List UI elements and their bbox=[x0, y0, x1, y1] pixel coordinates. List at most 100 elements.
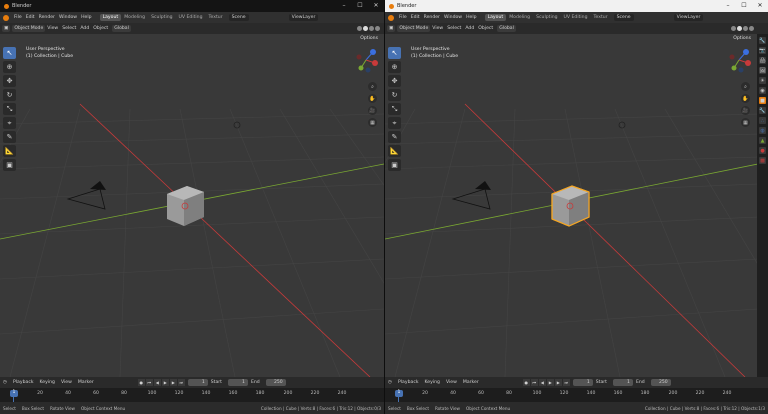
scale-tool[interactable]: ⤡ bbox=[388, 103, 401, 115]
current-frame-field[interactable]: 1 bbox=[187, 379, 208, 386]
physics-icon[interactable]: ◍ bbox=[759, 127, 766, 134]
3d-viewport[interactable]: User Perspective (1) Collection | Cube O… bbox=[0, 34, 384, 377]
viewlayer-selector[interactable]: ViewLayer bbox=[673, 14, 704, 21]
zoom-icon[interactable]: ⌕ bbox=[368, 82, 377, 91]
timeline-view-menu[interactable]: View bbox=[443, 380, 460, 385]
current-frame-field[interactable]: 1 bbox=[572, 379, 593, 386]
shading-buttons[interactable] bbox=[731, 26, 754, 31]
add-cube-tool[interactable]: ▣ bbox=[388, 159, 401, 171]
measure-tool[interactable]: 📐 bbox=[3, 145, 16, 157]
marker-menu[interactable]: Marker bbox=[75, 380, 97, 385]
frame-ruler[interactable]: 1 20 40 60 80 100 120 140 160 180 200 22… bbox=[385, 388, 768, 402]
menu-window[interactable]: Window bbox=[442, 15, 464, 20]
scene-properties-icon[interactable]: ☀ bbox=[759, 77, 766, 84]
keying-menu[interactable]: Keying bbox=[37, 380, 58, 385]
options-dropdown[interactable]: Options bbox=[733, 36, 751, 41]
camera-view-icon[interactable]: 🎥 bbox=[368, 106, 377, 115]
cursor-tool[interactable]: ⊕ bbox=[388, 61, 401, 73]
blender-menu-icon[interactable] bbox=[3, 14, 9, 21]
play-button[interactable]: ▶ bbox=[546, 379, 554, 386]
playback-menu[interactable]: Playback bbox=[10, 380, 37, 385]
menu-add[interactable]: Add bbox=[78, 26, 91, 31]
tab-sculpting[interactable]: Sculpting bbox=[533, 14, 560, 21]
menu-add[interactable]: Add bbox=[463, 26, 476, 31]
render-properties-icon[interactable]: 📷 bbox=[759, 47, 766, 54]
object-properties-icon[interactable]: ■ bbox=[759, 97, 766, 104]
start-frame-field[interactable]: 1 bbox=[612, 379, 633, 386]
cursor-tool[interactable]: ⊕ bbox=[3, 61, 16, 73]
move-tool[interactable]: ✥ bbox=[3, 75, 16, 87]
pan-icon[interactable]: ✋ bbox=[368, 94, 377, 103]
tab-layout[interactable]: Layout bbox=[99, 14, 122, 21]
playhead[interactable]: 1 bbox=[10, 390, 18, 397]
zoom-icon[interactable]: ⌕ bbox=[741, 82, 750, 91]
camera-view-icon[interactable]: 🎥 bbox=[741, 106, 750, 115]
texture-properties-icon[interactable]: ▩ bbox=[759, 157, 766, 164]
tab-uv-editing[interactable]: UV Editing bbox=[561, 14, 591, 21]
timeline-editor-icon[interactable]: ◷ bbox=[385, 380, 395, 385]
move-tool[interactable]: ✥ bbox=[388, 75, 401, 87]
measure-tool[interactable]: 📐 bbox=[388, 145, 401, 157]
pan-icon[interactable]: ✋ bbox=[741, 94, 750, 103]
menu-select[interactable]: Select bbox=[445, 26, 463, 31]
options-dropdown[interactable]: Options bbox=[360, 36, 378, 41]
jump-start-button[interactable]: ⏮ bbox=[530, 379, 538, 386]
jump-end-button[interactable]: ⏭ bbox=[177, 379, 185, 386]
maximize-button[interactable]: ☐ bbox=[736, 0, 752, 12]
next-key-button[interactable]: ▶ bbox=[169, 379, 177, 386]
end-frame-field[interactable]: 250 bbox=[265, 379, 286, 386]
mode-selector[interactable]: Object Mode bbox=[397, 25, 431, 32]
record-button[interactable]: ● bbox=[522, 379, 530, 386]
prev-key-button[interactable]: ◀ bbox=[153, 379, 161, 386]
minimize-button[interactable]: – bbox=[720, 0, 736, 12]
prev-key-button[interactable]: ◀ bbox=[538, 379, 546, 386]
scale-tool[interactable]: ⤡ bbox=[3, 103, 16, 115]
close-button[interactable]: ✕ bbox=[368, 0, 384, 12]
menu-help[interactable]: Help bbox=[464, 15, 478, 20]
select-box-tool[interactable]: ↖ bbox=[388, 47, 401, 59]
blender-menu-icon[interactable] bbox=[388, 14, 394, 21]
particles-icon[interactable]: ∴ bbox=[759, 117, 766, 124]
editor-type-button[interactable]: ▣ bbox=[387, 25, 396, 32]
annotate-tool[interactable]: ✎ bbox=[388, 131, 401, 143]
3d-viewport[interactable]: User Perspective (1) Collection | Cube O… bbox=[385, 34, 757, 377]
rotate-tool[interactable]: ↻ bbox=[3, 89, 16, 101]
menu-help[interactable]: Help bbox=[79, 15, 93, 20]
menu-select[interactable]: Select bbox=[60, 26, 78, 31]
grid-view-icon[interactable]: ▦ bbox=[741, 118, 750, 127]
scene-selector[interactable]: Scene bbox=[613, 14, 634, 21]
play-button[interactable]: ▶ bbox=[161, 379, 169, 386]
maximize-button[interactable]: ☐ bbox=[352, 0, 368, 12]
data-properties-icon[interactable]: ▲ bbox=[759, 137, 766, 144]
add-cube-tool[interactable]: ▣ bbox=[3, 159, 16, 171]
playback-menu[interactable]: Playback bbox=[395, 380, 422, 385]
marker-menu[interactable]: Marker bbox=[460, 380, 482, 385]
navigation-gizmo[interactable] bbox=[353, 46, 379, 74]
annotate-tool[interactable]: ✎ bbox=[3, 131, 16, 143]
menu-edit[interactable]: Edit bbox=[24, 15, 37, 20]
orientation-selector[interactable]: Global bbox=[112, 25, 131, 32]
next-key-button[interactable]: ▶ bbox=[554, 379, 562, 386]
tab-modeling[interactable]: Modeling bbox=[121, 14, 148, 21]
orientation-selector[interactable]: Global bbox=[497, 25, 516, 32]
modifier-properties-icon[interactable]: 🔧 bbox=[759, 107, 766, 114]
tab-uv-editing[interactable]: UV Editing bbox=[176, 14, 206, 21]
record-button[interactable]: ● bbox=[137, 379, 145, 386]
close-button[interactable]: ✕ bbox=[752, 0, 768, 12]
tab-texture[interactable]: Textur bbox=[206, 14, 226, 21]
view-layer-icon[interactable]: 🖼 bbox=[759, 67, 766, 74]
viewlayer-selector[interactable]: ViewLayer bbox=[288, 14, 319, 21]
end-frame-field[interactable]: 250 bbox=[650, 379, 671, 386]
menu-view[interactable]: View bbox=[430, 26, 445, 31]
grid-view-icon[interactable]: ▦ bbox=[368, 118, 377, 127]
frame-ruler[interactable]: 1 20 40 60 80 100 120 140 160 180 200 22… bbox=[0, 388, 384, 402]
navigation-gizmo[interactable] bbox=[726, 46, 752, 74]
select-box-tool[interactable]: ↖ bbox=[3, 47, 16, 59]
minimize-button[interactable]: – bbox=[336, 0, 352, 12]
tool-properties-icon[interactable]: 🔧 bbox=[759, 37, 766, 44]
rotate-tool[interactable]: ↻ bbox=[388, 89, 401, 101]
menu-file[interactable]: File bbox=[397, 15, 409, 20]
world-properties-icon[interactable]: ◉ bbox=[759, 87, 766, 94]
menu-window[interactable]: Window bbox=[57, 15, 79, 20]
menu-render[interactable]: Render bbox=[37, 15, 57, 20]
